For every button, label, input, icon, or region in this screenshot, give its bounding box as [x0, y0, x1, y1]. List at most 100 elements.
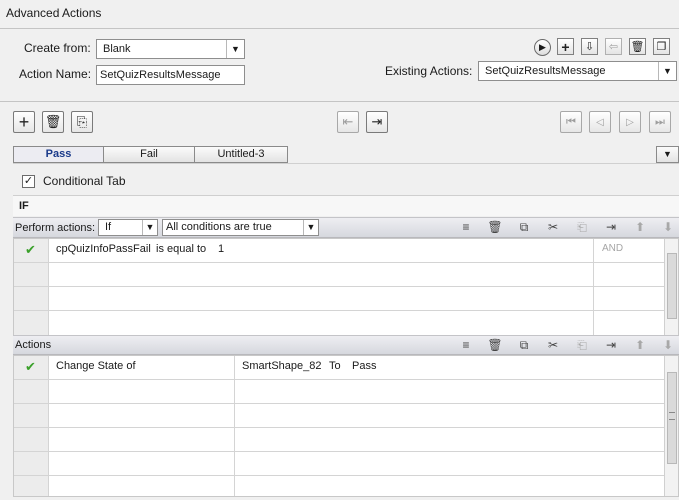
table-row[interactable]: [14, 380, 664, 404]
table-row[interactable]: ✔ Change State of SmartShape_82 To Pass: [14, 356, 664, 380]
insert-row-icon[interactable]: ⇥: [603, 219, 619, 235]
save-action-button[interactable]: ⇩: [581, 38, 598, 55]
tab-pass[interactable]: Pass: [13, 146, 104, 163]
play-icon[interactable]: ▶: [534, 39, 551, 56]
add-condition-icon[interactable]: ≡: [458, 219, 474, 235]
trash-icon: 🗑: [44, 114, 62, 129]
add-action-button[interactable]: +: [557, 38, 574, 55]
action-to-label: To: [329, 360, 341, 372]
scroll-thumb[interactable]: [667, 253, 677, 319]
import-icon: ⇦: [608, 41, 619, 53]
actions-toolbar: Actions ≡ 🗑 ⧉ ✂ ⎗ ⇥ ⬆ ⬇: [13, 335, 679, 355]
move-left-icon: ⇤: [342, 114, 354, 129]
condition-variable[interactable]: cpQuizInfoPassFail: [56, 243, 151, 255]
copy-icon[interactable]: ⧉: [516, 337, 532, 353]
tabs-overflow-button[interactable]: ▼: [656, 146, 679, 163]
paste-icon[interactable]: ⎗: [574, 337, 590, 353]
existing-actions-label: Existing Actions:: [385, 64, 473, 78]
create-from-label: Create from:: [24, 41, 91, 55]
tabs-divider: [13, 163, 679, 164]
copy-icon[interactable]: ⧉: [516, 219, 532, 235]
trash-icon[interactable]: 🗑: [487, 219, 503, 235]
table-row[interactable]: [14, 452, 664, 476]
action-state[interactable]: Pass: [352, 360, 376, 372]
next-decision-button[interactable]: ▷: [619, 111, 641, 133]
plus-icon: +: [561, 38, 570, 55]
perform-actions-dropdown[interactable]: If ▼: [98, 219, 158, 236]
tab-untitled-3[interactable]: Untitled-3: [194, 146, 288, 163]
if-header: IF: [13, 196, 679, 216]
cut-icon[interactable]: ✂: [545, 337, 561, 353]
table-row[interactable]: [14, 263, 664, 287]
last-icon: ⏭: [655, 115, 665, 128]
trash-icon[interactable]: 🗑: [487, 337, 503, 353]
move-up-icon[interactable]: ⬆: [632, 337, 648, 353]
move-down-icon[interactable]: ⬇: [660, 337, 676, 353]
trash-icon: 🗑: [630, 41, 645, 53]
next-icon: ▷: [626, 116, 634, 128]
add-action-icon[interactable]: ≡: [458, 337, 474, 353]
paste-icon[interactable]: ⎗: [574, 219, 590, 235]
table-row[interactable]: [14, 311, 664, 335]
action-name-label: Action Name:: [19, 67, 92, 81]
title-divider: [0, 28, 679, 29]
perform-actions-value: If: [105, 221, 112, 233]
conditions-grid: ✔ cpQuizInfoPassFail is equal to 1 AND: [13, 238, 679, 336]
conditions-scrollbar[interactable]: [664, 239, 678, 335]
create-from-dropdown[interactable]: Blank ▼: [96, 39, 245, 59]
actions-grid: ✔ Change State of SmartShape_82 To Pass: [13, 355, 679, 497]
chevron-down-icon: ▼: [663, 149, 672, 159]
condition-operator[interactable]: is equal to: [156, 243, 206, 255]
cut-icon[interactable]: ✂: [545, 219, 561, 235]
move-down-icon[interactable]: ⬇: [660, 219, 676, 235]
delete-action-button[interactable]: 🗑: [629, 38, 646, 55]
first-icon: ⏮: [566, 115, 576, 128]
insert-row-icon[interactable]: ⇥: [603, 337, 619, 353]
first-decision-button[interactable]: ⏮: [560, 111, 582, 133]
duplicate-action-button[interactable]: ❐: [653, 38, 670, 55]
if-toolbar: Perform actions: If ▼ All conditions are…: [13, 217, 679, 238]
action-name-input[interactable]: SetQuizResultsMessage: [96, 65, 245, 85]
condition-value[interactable]: 1: [218, 243, 224, 255]
conditional-tab-label: Conditional Tab: [43, 174, 126, 188]
conditional-tab-checkbox[interactable]: ✓: [22, 175, 35, 188]
conditions-dropdown[interactable]: All conditions are true ▼: [162, 219, 319, 236]
duplicate-icon: ⎘: [76, 114, 88, 129]
table-row[interactable]: [14, 476, 664, 500]
conditions-value: All conditions are true: [166, 221, 272, 233]
move-up-icon[interactable]: ⬆: [632, 219, 648, 235]
actions-scrollbar[interactable]: [664, 356, 678, 496]
perform-actions-label: Perform actions:: [15, 222, 96, 234]
form-divider: [0, 101, 679, 102]
check-icon: ✔: [25, 359, 36, 374]
chevron-down-icon: ▼: [142, 220, 157, 235]
import-action-button[interactable]: ⇦: [605, 38, 622, 55]
last-decision-button[interactable]: ⏭: [649, 111, 671, 133]
chevron-down-icon: ▼: [303, 220, 318, 235]
table-row[interactable]: [14, 428, 664, 452]
existing-actions-dropdown[interactable]: SetQuizResultsMessage ▼: [478, 61, 677, 81]
create-from-value: Blank: [103, 43, 131, 55]
table-row[interactable]: [14, 287, 664, 311]
condition-logic[interactable]: AND: [602, 243, 623, 254]
table-row[interactable]: ✔ cpQuizInfoPassFail is equal to 1 AND: [14, 239, 664, 263]
plus-icon: +: [18, 111, 30, 132]
move-decision-right-button[interactable]: ⇥: [366, 111, 388, 133]
actions-header: Actions: [15, 339, 52, 351]
chevron-down-icon: ▼: [658, 62, 676, 80]
scroll-grip-icon: [669, 412, 675, 420]
duplicate-icon: ❐: [656, 41, 667, 53]
prev-icon: ◁: [596, 116, 604, 128]
add-decision-button[interactable]: +: [13, 111, 35, 133]
window-title: Advanced Actions: [6, 6, 102, 20]
action-name[interactable]: Change State of: [56, 360, 136, 372]
duplicate-decision-button[interactable]: ⎘: [71, 111, 93, 133]
delete-decision-button[interactable]: 🗑: [42, 111, 64, 133]
existing-actions-value: SetQuizResultsMessage: [485, 65, 606, 77]
save-icon: ⇩: [584, 41, 595, 53]
table-row[interactable]: [14, 404, 664, 428]
move-decision-left-button[interactable]: ⇤: [337, 111, 359, 133]
prev-decision-button[interactable]: ◁: [589, 111, 611, 133]
action-target[interactable]: SmartShape_82: [242, 360, 322, 372]
tab-fail[interactable]: Fail: [103, 146, 195, 163]
